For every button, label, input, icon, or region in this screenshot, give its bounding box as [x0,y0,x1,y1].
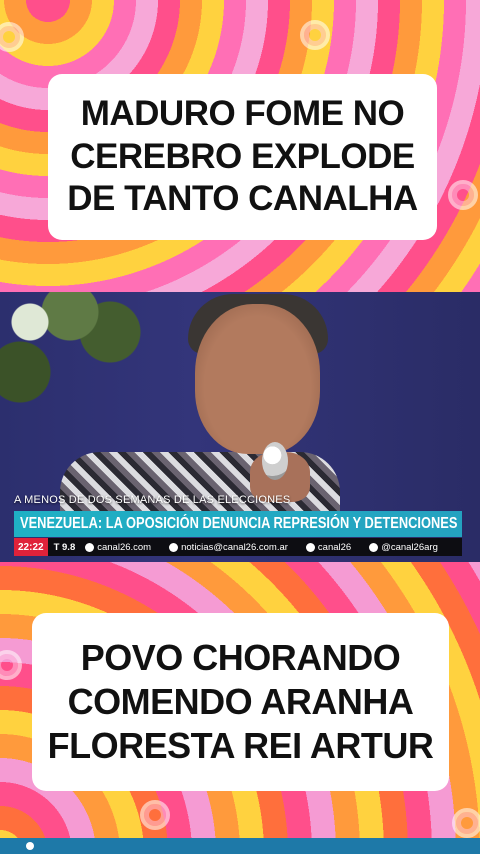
swirl-decoration-icon [140,800,170,830]
news-headline-bar: VENEZUELA: LA OPOSICIÓN DENUNCIA REPRESI… [14,511,462,537]
news-kicker: A MENOS DE DOS SEMANAS DE LAS ELECCIONES [14,494,291,506]
news-ticker: 22:22 T 9.8 canal26.com noticias@canal26… [14,538,462,556]
bottom-caption-line: FLORESTA REI ARTUR [47,724,434,766]
news-headline: VENEZUELA: LA OPOSICIÓN DENUNCIA REPRESI… [20,515,458,532]
bottom-caption-text: POVO CHORANDO COMENDO ARANHA FLORESTA RE… [48,636,434,768]
top-caption-box: MADURO FOME NO CEREBRO EXPLODE DE TANTO … [48,74,437,240]
info-icon [26,842,34,850]
bottom-strip [0,838,480,854]
swirl-decoration-icon [300,20,330,50]
ticker-social-2-text: @canal26arg [381,541,438,553]
instagram-icon [369,542,379,552]
globe-icon [85,542,95,552]
ticker-temperature: T 9.8 [53,541,76,553]
top-caption-line: DE TANTO CANALHA [67,179,418,219]
video-frame[interactable]: A MENOS DE DOS SEMANAS DE LAS ELECCIONES… [0,292,480,562]
whatsapp-icon [169,542,179,552]
bottom-caption-line: POVO CHORANDO [80,637,401,679]
microphone-icon [262,442,288,480]
top-caption-line: CEREBRO EXPLODE [70,136,415,176]
top-caption-line: MADURO FOME NO [80,93,405,133]
top-caption-text: MADURO FOME NO CEREBRO EXPLODE DE TANTO … [67,93,418,221]
background-trees [0,292,150,412]
ticker-website-text: canal26.com [97,541,152,553]
bottom-caption-line: COMENDO ARANHA [67,681,414,723]
ticker-social-1: canal26 [305,541,352,553]
swirl-decoration-icon [448,180,478,210]
swirl-decoration-icon [452,808,480,838]
ticker-email-text: noticias@canal26.com.ar [181,541,288,553]
ticker-social-2: @canal26arg [369,542,438,553]
ticker-email: noticias@canal26.com.ar [169,542,288,553]
bottom-caption-box: POVO CHORANDO COMENDO ARANHA FLORESTA RE… [32,613,449,791]
ticker-social-1-text: canal26 [317,541,352,553]
ticker-website: canal26.com [85,542,151,553]
ticker-time: 22:22 [14,538,48,556]
speaker-head [195,304,320,454]
social-icon [305,542,315,552]
